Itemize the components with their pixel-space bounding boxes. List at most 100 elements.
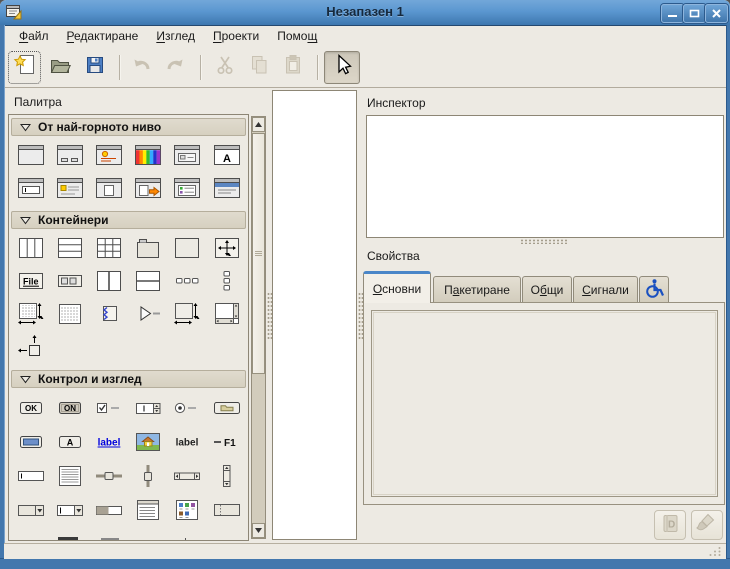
devhelp-button[interactable]: D [654, 510, 686, 540]
minimize-button[interactable] [661, 4, 684, 23]
scrollbar-thumb[interactable] [252, 133, 265, 374]
palette-item-notebook[interactable] [129, 234, 168, 267]
palette-item-file-chooser-button[interactable] [207, 393, 246, 427]
palette-item-file-chooser-dialog[interactable] [129, 174, 168, 207]
palette-item-vscale[interactable] [129, 461, 168, 495]
palette-item-entry[interactable] [11, 461, 50, 495]
palette-item-progress-bar[interactable] [89, 495, 128, 529]
palette-item-tree-view[interactable] [129, 495, 168, 529]
menu-файл[interactable]: Файл [10, 26, 58, 46]
palette-item-scrolled-cross[interactable] [207, 234, 246, 267]
palette-item-vscrollbar[interactable] [207, 461, 246, 495]
glade-window: Незапазен 1 ФайлРедактиранеИзгледПроекти… [0, 0, 730, 569]
paste-button[interactable] [277, 52, 308, 83]
statusbar [4, 543, 726, 559]
scroll-down-button[interactable] [252, 523, 265, 538]
palette-item-font-button[interactable]: A [50, 427, 89, 461]
selector-button[interactable] [324, 51, 360, 84]
palette-item-text-view[interactable] [50, 461, 89, 495]
pane-splitter-inspector[interactable] [520, 239, 567, 244]
palette-item-alignment[interactable] [11, 333, 50, 366]
palette-item-radio-button[interactable] [168, 393, 207, 427]
palette-item-assistant[interactable] [207, 174, 246, 207]
redo-button[interactable] [159, 52, 190, 83]
palette-item-viewport[interactable] [168, 300, 207, 333]
palette-item-toolbar-item[interactable] [50, 267, 89, 300]
copy-button[interactable] [243, 52, 274, 83]
palette-item-expander[interactable] [129, 300, 168, 333]
palette-item-color-button[interactable] [11, 427, 50, 461]
palette-item-property-dialog[interactable] [168, 141, 207, 174]
toolbar-separator [200, 55, 202, 80]
palette-item-vbuttonbox[interactable] [207, 267, 246, 300]
palette-item-input-dialog[interactable] [11, 174, 50, 207]
menu-помощ[interactable]: Помощ [268, 26, 326, 46]
save-button[interactable] [79, 52, 110, 83]
palette-item-accel-label[interactable]: F1 [207, 427, 246, 461]
palette-item-image[interactable] [129, 427, 168, 461]
palette-scrollbar[interactable] [251, 116, 266, 539]
palette-item-table[interactable] [89, 234, 128, 267]
tab-accessibility[interactable] [639, 276, 669, 303]
menu-редактиране[interactable]: Редактиране [58, 26, 148, 46]
new-button[interactable] [9, 52, 40, 83]
palette-item-about-dialog[interactable] [50, 174, 89, 207]
palette-item-check-button[interactable] [89, 393, 128, 427]
close-button[interactable] [705, 4, 728, 23]
palette-item-fixed[interactable] [50, 300, 89, 333]
palette-item-layout[interactable] [11, 300, 50, 333]
palette-item-file-selection[interactable] [89, 174, 128, 207]
palette-item-recent-chooser-dialog[interactable] [168, 174, 207, 207]
palette-item-toggle-button[interactable]: ON [50, 393, 89, 427]
vbuttonbox-icon [212, 268, 242, 299]
undo-button[interactable] [126, 52, 157, 83]
palette-item-hbox[interactable] [11, 234, 50, 267]
menu-проекти[interactable]: Проекти [204, 26, 268, 46]
tab-пакетиране[interactable]: Пакетиране [433, 276, 521, 303]
tab-сигнали[interactable]: Сигнали [573, 276, 638, 303]
palette-item-link-button[interactable]: label [89, 427, 128, 461]
palette-section-header[interactable]: Контейнери [11, 211, 246, 229]
palette-item-spin-button[interactable] [129, 393, 168, 427]
color-selection-dialog-icon [133, 142, 163, 173]
palette-item-font-selection-dialog[interactable]: A [207, 141, 246, 174]
scroll-up-button[interactable] [252, 117, 265, 132]
palette-item-dialog[interactable] [50, 141, 89, 174]
maximize-button[interactable] [683, 4, 706, 23]
palette-item-frame[interactable] [168, 234, 207, 267]
palette-item-hscrollbar[interactable] [168, 461, 207, 495]
palette-item-vpaned[interactable] [129, 267, 168, 300]
tab-общи[interactable]: Общи [522, 276, 572, 303]
palette-item-menubar[interactable]: File [11, 267, 50, 300]
inspector-view[interactable] [366, 115, 724, 238]
palette-item-hscale[interactable] [89, 461, 128, 495]
palette-item-combo-box-entry[interactable] [50, 495, 89, 529]
palette-item-label[interactable]: label [168, 427, 207, 461]
palette-item-partial-hseparator[interactable] [58, 537, 78, 540]
cut-button[interactable] [209, 52, 240, 83]
palette-item-partial-vseparator[interactable] [185, 538, 186, 541]
palette-item-button[interactable]: OK [11, 393, 50, 427]
brush-button[interactable] [691, 510, 723, 540]
tab-основни[interactable]: Основни [363, 271, 431, 303]
palette-item-icon-view[interactable] [168, 495, 207, 529]
palette-item-window[interactable] [11, 141, 50, 174]
palette-section-header[interactable]: Контрол и изглед [11, 370, 246, 388]
palette-section-header[interactable]: От най-горното ниво [11, 118, 246, 136]
palette-item-cell-view[interactable] [207, 495, 246, 529]
open-button[interactable] [44, 52, 75, 83]
palette-item-hpaned[interactable] [89, 267, 128, 300]
palette-item-message-dialog[interactable] [89, 141, 128, 174]
palette-item-handlebox[interactable] [89, 300, 128, 333]
hbox-icon [16, 235, 46, 266]
palette-item-partial-statusbar-widget[interactable] [101, 538, 119, 541]
palette-item-color-selection-dialog[interactable] [129, 141, 168, 174]
palette-item-scrolled-window[interactable] [207, 300, 246, 333]
file-chooser-button-icon [210, 395, 244, 426]
palette-item-hbuttonbox[interactable] [168, 267, 207, 300]
menu-изглед[interactable]: Изглед [147, 26, 204, 46]
palette-item-combo-box[interactable] [11, 495, 50, 529]
resize-grip[interactable] [706, 546, 722, 557]
design-canvas[interactable] [272, 90, 357, 540]
palette-item-vbox[interactable] [50, 234, 89, 267]
